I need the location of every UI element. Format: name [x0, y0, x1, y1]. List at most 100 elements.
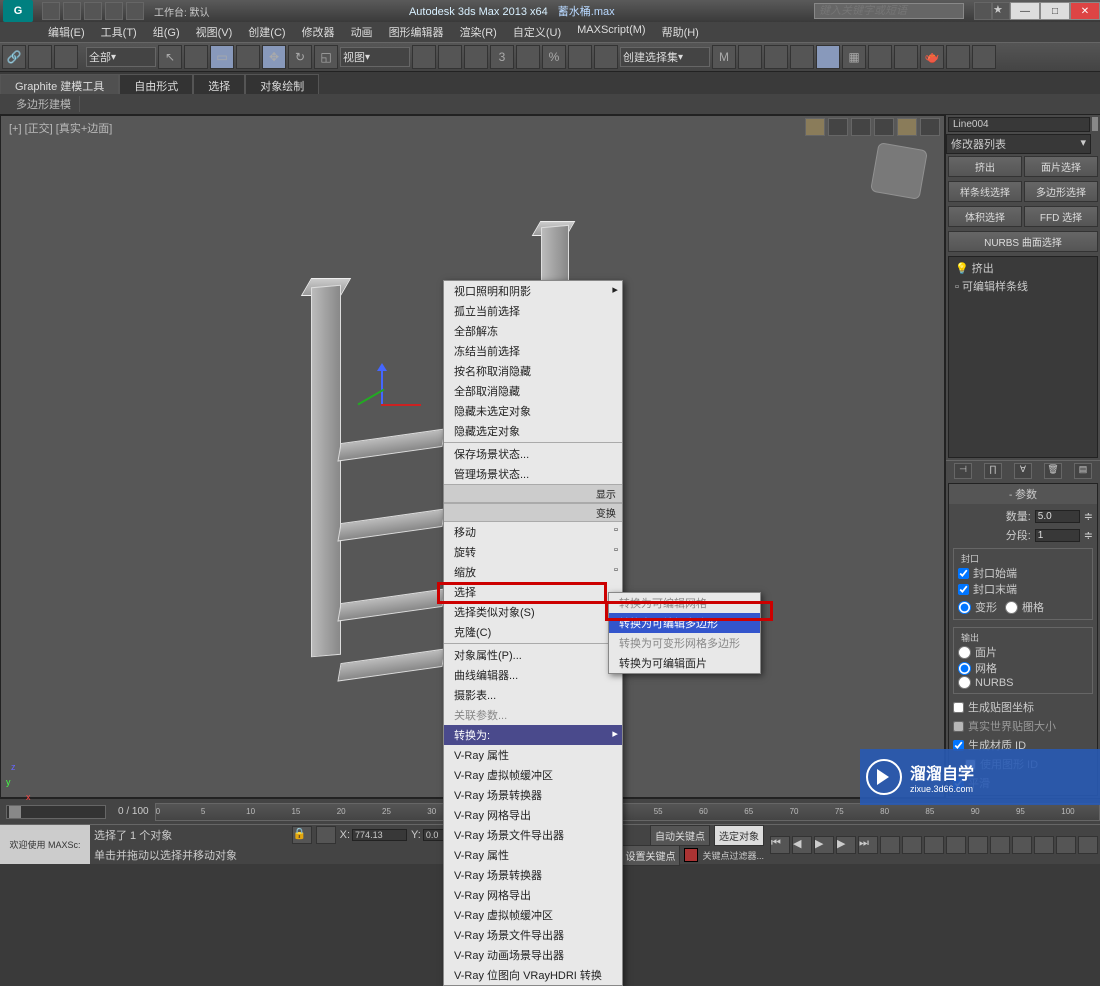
mat-ed-icon[interactable]: ▦: [842, 45, 866, 69]
curve-ed-icon[interactable]: [790, 45, 814, 69]
ctx-item[interactable]: 冻结当前选择: [444, 341, 622, 361]
play-next-icon[interactable]: ▶: [836, 836, 856, 854]
coord-x[interactable]: [352, 829, 407, 841]
move-icon[interactable]: ✥: [262, 45, 286, 69]
ctx-item[interactable]: 全部解冻: [444, 321, 622, 341]
vp-icon-4[interactable]: [874, 118, 894, 136]
percent-snap-icon[interactable]: %: [542, 45, 566, 69]
ctx-item[interactable]: 转换为可变形网格多边形: [609, 633, 760, 653]
rotate-icon[interactable]: ↻: [288, 45, 312, 69]
ctx-item[interactable]: 旋转▫: [444, 542, 622, 562]
key-icon[interactable]: [684, 848, 698, 862]
nav5-icon[interactable]: [1012, 836, 1032, 854]
minimize-button[interactable]: —: [1010, 2, 1040, 20]
time-slider[interactable]: [6, 805, 106, 819]
ctx-item[interactable]: 转换为可编辑网格: [609, 593, 760, 613]
ctx-item[interactable]: 保存场景状态...: [444, 444, 622, 464]
menu-item[interactable]: MAXScript(M): [569, 22, 653, 42]
bind-icon[interactable]: [54, 45, 78, 69]
menu-item[interactable]: 工具(T): [93, 22, 145, 42]
vp-icon-5[interactable]: [897, 118, 917, 136]
menu-item[interactable]: 编辑(E): [40, 22, 93, 42]
named-sel-icon[interactable]: [594, 45, 618, 69]
ctx-item[interactable]: 克隆(C): [444, 622, 622, 642]
ctx-item[interactable]: V-Ray 属性: [444, 845, 622, 865]
app-icon[interactable]: G: [3, 0, 33, 22]
window-cross-icon[interactable]: [236, 45, 260, 69]
vp-icon-2[interactable]: [828, 118, 848, 136]
show-end-icon[interactable]: ∏: [984, 463, 1002, 479]
ctx-item[interactable]: 全部取消隐藏: [444, 381, 622, 401]
ctx-item[interactable]: 选择类似对象(S): [444, 602, 622, 622]
angle-snap-icon[interactable]: [516, 45, 540, 69]
unique-icon[interactable]: ∀: [1014, 463, 1032, 479]
close-button[interactable]: ✕: [1070, 2, 1100, 20]
ctx-item[interactable]: 转换为可编辑多边形: [609, 613, 760, 633]
ctx-item[interactable]: 转换为可编辑面片: [609, 653, 760, 673]
cap-end-check[interactable]: [958, 584, 969, 595]
out-mesh-radio[interactable]: [958, 662, 971, 675]
render-frame-icon[interactable]: [894, 45, 918, 69]
modifier-btn[interactable]: 样条线选择: [948, 181, 1022, 202]
modifier-list[interactable]: 修改器列表▾: [946, 134, 1091, 154]
snap2-icon[interactable]: [464, 45, 488, 69]
viewport-label[interactable]: [+] [正交] [真实+边面]: [9, 120, 112, 136]
play-icon[interactable]: ▶: [814, 836, 834, 854]
ctx-item[interactable]: V-Ray 虚拟帧缓冲区: [444, 765, 622, 785]
ctx-item[interactable]: 视口照明和阴影: [444, 281, 622, 301]
play-end-icon[interactable]: ⏭: [858, 836, 878, 854]
new-icon[interactable]: [42, 2, 60, 20]
viewport[interactable]: [+] [正交] [真实+边面] x y z: [0, 115, 945, 798]
ribbon-tab[interactable]: 对象绘制: [245, 74, 319, 94]
abs-icon[interactable]: [316, 826, 336, 844]
viewcube[interactable]: [870, 142, 928, 200]
ctx-item[interactable]: 移动▫: [444, 522, 622, 542]
out-nurbs-radio[interactable]: [958, 676, 971, 689]
menu-item[interactable]: 组(G): [145, 22, 188, 42]
nav4-icon[interactable]: [990, 836, 1010, 854]
real-uv-check[interactable]: [953, 721, 964, 732]
nurbs-surf-btn[interactable]: NURBS 曲面选择: [948, 231, 1098, 252]
modifier-btn[interactable]: 体积选择: [948, 206, 1022, 227]
pivot-icon[interactable]: [412, 45, 436, 69]
redo-icon[interactable]: [126, 2, 144, 20]
nav3-icon[interactable]: [968, 836, 988, 854]
modifier-btn[interactable]: 面片选择: [1024, 156, 1098, 177]
autokey-button[interactable]: 自动关键点: [650, 825, 710, 846]
ctx-item[interactable]: 摄影表...: [444, 685, 622, 705]
ctx-item[interactable]: V-Ray 位图向 VRayHDRI 转换: [444, 965, 622, 985]
open-icon[interactable]: [63, 2, 81, 20]
cap-morph-radio[interactable]: [958, 601, 971, 614]
ribbon-tab[interactable]: 选择: [193, 74, 245, 94]
extra1-icon[interactable]: [946, 45, 970, 69]
modifier-btn[interactable]: 挤出: [948, 156, 1022, 177]
snap3-icon[interactable]: 3: [490, 45, 514, 69]
save-icon[interactable]: [84, 2, 102, 20]
vp-icon-1[interactable]: [805, 118, 825, 136]
help-icon[interactable]: [974, 2, 992, 20]
ctx-item[interactable]: 选择: [444, 582, 622, 602]
modifier-btn[interactable]: 多边形选择: [1024, 181, 1098, 202]
ref-coord[interactable]: 视图 ▾: [340, 47, 410, 67]
menu-item[interactable]: 修改器: [294, 22, 343, 42]
selobj-button[interactable]: 选定对象: [714, 825, 764, 846]
cap-grid-radio[interactable]: [1005, 601, 1018, 614]
selection-filter[interactable]: 全部 ▾: [86, 47, 156, 67]
menu-item[interactable]: 帮助(H): [654, 22, 707, 42]
render-icon[interactable]: 🫖: [920, 45, 944, 69]
spinner-snap-icon[interactable]: [568, 45, 592, 69]
ctx-item[interactable]: V-Ray 场景转换器: [444, 785, 622, 805]
nav8-icon[interactable]: [1078, 836, 1098, 854]
ctx-item[interactable]: 转换为:: [444, 725, 622, 745]
maxscript-mini[interactable]: 欢迎使用 MAXSc:: [0, 825, 90, 864]
nav2-icon[interactable]: [946, 836, 966, 854]
ribbon-tab[interactable]: 自由形式: [119, 74, 193, 94]
undo-icon[interactable]: [105, 2, 123, 20]
ctx-item[interactable]: V-Ray 场景文件导出器: [444, 825, 622, 845]
gen-uv-check[interactable]: [953, 702, 964, 713]
setkey-button[interactable]: 设置关键点: [620, 845, 680, 866]
ctx-item[interactable]: V-Ray 场景转换器: [444, 865, 622, 885]
config-icon[interactable]: ▤: [1074, 463, 1092, 479]
nav1-icon[interactable]: [924, 836, 944, 854]
ctx-item[interactable]: 孤立当前选择: [444, 301, 622, 321]
